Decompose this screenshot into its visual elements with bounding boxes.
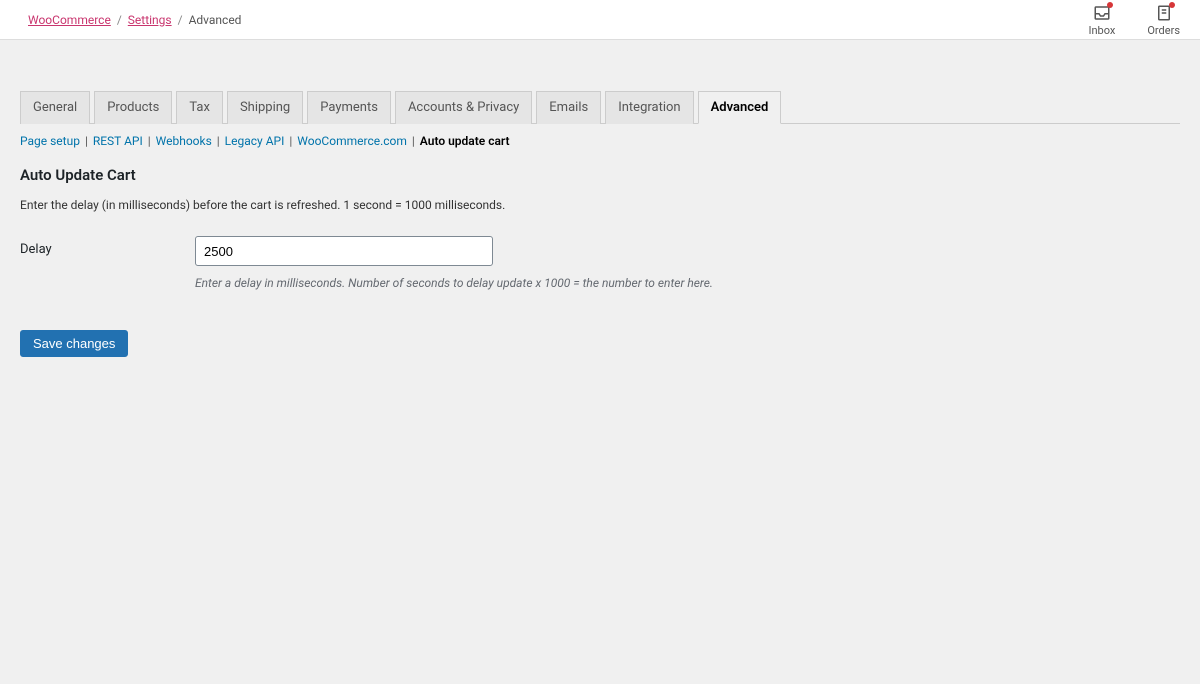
settings-tabs: General Products Tax Shipping Payments A… bbox=[20, 90, 1180, 124]
settings-content: General Products Tax Shipping Payments A… bbox=[0, 40, 1200, 377]
tab-payments[interactable]: Payments bbox=[307, 91, 391, 124]
tab-emails[interactable]: Emails bbox=[536, 91, 601, 124]
section-description: Enter the delay (in milliseconds) before… bbox=[20, 198, 1180, 212]
delay-input[interactable] bbox=[195, 236, 493, 266]
tab-tax[interactable]: Tax bbox=[176, 91, 223, 124]
notification-dot bbox=[1169, 2, 1175, 8]
top-bar: WooCommerce / Settings / Advanced Inbox bbox=[0, 0, 1200, 40]
orders-button[interactable]: Orders bbox=[1147, 4, 1180, 37]
subnav-auto-update-cart[interactable]: Auto update cart bbox=[420, 134, 510, 148]
inbox-button[interactable]: Inbox bbox=[1088, 4, 1115, 37]
save-changes-button[interactable]: Save changes bbox=[20, 330, 128, 357]
subnav-legacy-api[interactable]: Legacy API bbox=[225, 134, 285, 148]
inbox-label: Inbox bbox=[1088, 24, 1115, 37]
delay-field-wrap: Enter a delay in milliseconds. Number of… bbox=[195, 236, 713, 290]
advanced-subnav: Page setup | REST API | Webhooks | Legac… bbox=[20, 134, 1180, 148]
inbox-icon bbox=[1093, 4, 1111, 22]
subnav-woocommerce-com[interactable]: WooCommerce.com bbox=[297, 134, 407, 148]
breadcrumb-settings[interactable]: Settings bbox=[128, 13, 172, 27]
tab-products[interactable]: Products bbox=[94, 91, 172, 124]
notification-dot bbox=[1107, 2, 1113, 8]
breadcrumb-current: Advanced bbox=[189, 13, 242, 27]
breadcrumbs: WooCommerce / Settings / Advanced bbox=[28, 13, 241, 27]
top-actions: Inbox Orders bbox=[1088, 2, 1180, 37]
delay-label: Delay bbox=[20, 236, 195, 257]
breadcrumb-sep: / bbox=[178, 13, 183, 27]
breadcrumb-sep: / bbox=[117, 13, 122, 27]
subnav-rest-api[interactable]: REST API bbox=[93, 134, 143, 148]
tab-integration[interactable]: Integration bbox=[605, 91, 693, 124]
tab-general[interactable]: General bbox=[20, 91, 90, 124]
subnav-webhooks[interactable]: Webhooks bbox=[156, 134, 212, 148]
tab-accounts-privacy[interactable]: Accounts & Privacy bbox=[395, 91, 532, 124]
tab-advanced[interactable]: Advanced bbox=[698, 91, 782, 124]
form-row-delay: Delay Enter a delay in milliseconds. Num… bbox=[20, 236, 1180, 290]
tab-shipping[interactable]: Shipping bbox=[227, 91, 303, 124]
subnav-page-setup[interactable]: Page setup bbox=[20, 134, 80, 148]
orders-label: Orders bbox=[1147, 24, 1180, 37]
breadcrumb-woocommerce[interactable]: WooCommerce bbox=[28, 13, 111, 27]
section-title: Auto Update Cart bbox=[20, 166, 1180, 184]
delay-help-text: Enter a delay in milliseconds. Number of… bbox=[195, 276, 713, 290]
orders-icon bbox=[1155, 4, 1173, 22]
